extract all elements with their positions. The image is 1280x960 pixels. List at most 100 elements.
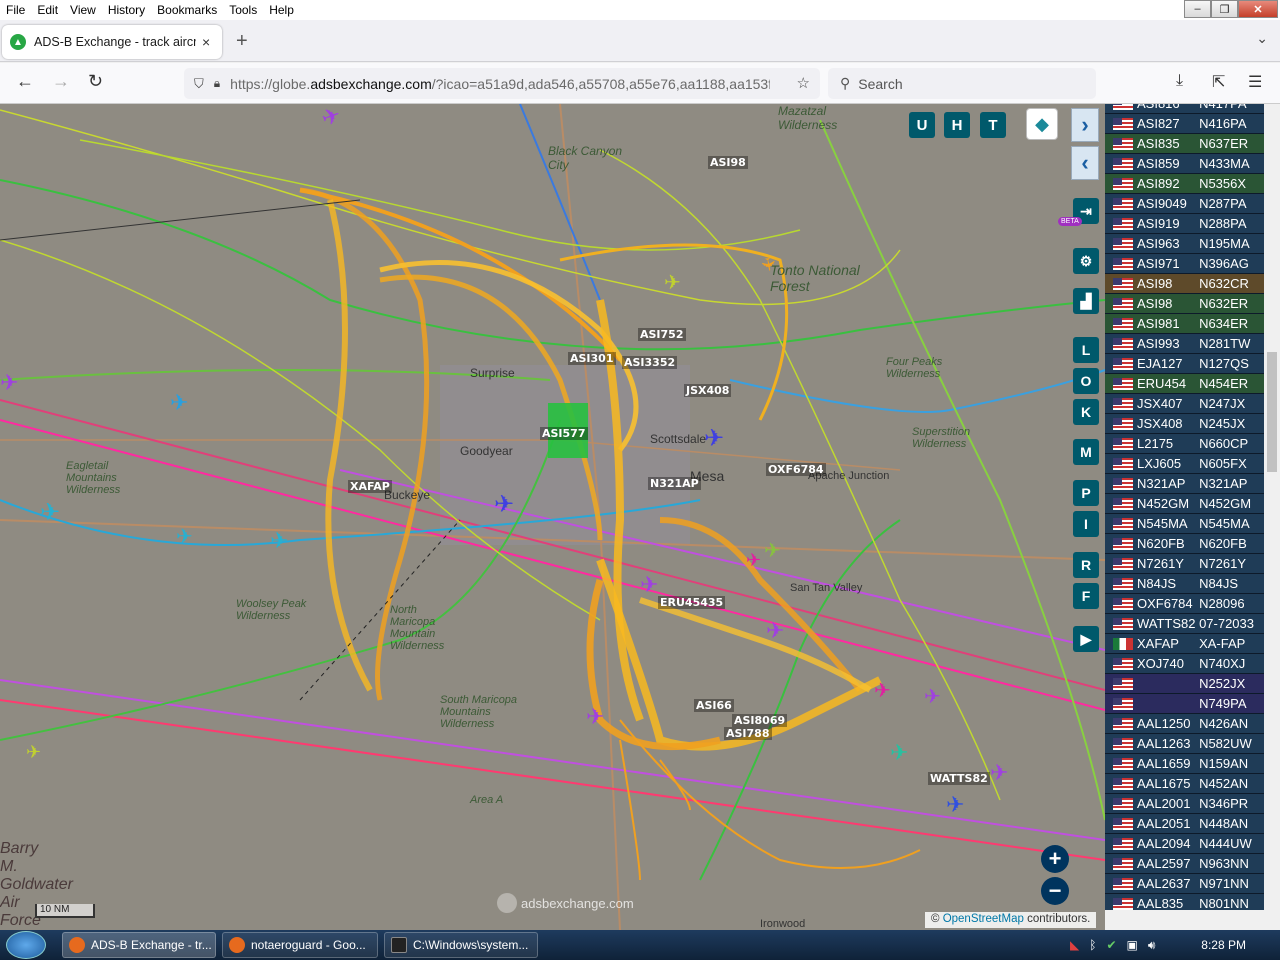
aircraft-icon[interactable]: ✈ <box>640 572 658 598</box>
map-view[interactable]: Mazatzal Wilderness Black Canyon City To… <box>0 104 1105 930</box>
aircraft-list-row[interactable]: ASI993 N281TW <box>1105 334 1265 354</box>
aircraft-icon[interactable]: ✈ <box>990 760 1008 786</box>
aircraft-label[interactable]: ASI577 <box>540 427 588 440</box>
aircraft-list-row[interactable]: N749PA <box>1105 694 1265 714</box>
f-button[interactable]: F <box>1073 583 1099 609</box>
aircraft-list-row[interactable]: N620FB N620FB <box>1105 534 1265 554</box>
aircraft-list-row[interactable]: AAL2597 N963NN <box>1105 854 1265 874</box>
r-button[interactable]: R <box>1073 552 1099 578</box>
aircraft-list-row[interactable]: ASI971 N396AG <box>1105 254 1265 274</box>
o-button[interactable]: O <box>1073 368 1099 394</box>
aircraft-list-row[interactable]: ASI816N417PA <box>1105 104 1265 114</box>
aircraft-list-row[interactable]: LXJ605 N605FX <box>1105 454 1265 474</box>
menu-history[interactable]: History <box>108 3 151 17</box>
aircraft-list-row[interactable]: WATTS82 07-72033 <box>1105 614 1265 634</box>
menu-tools[interactable]: Tools <box>229 3 263 17</box>
aircraft-label[interactable]: ASI752 <box>638 328 686 341</box>
p-button[interactable]: P <box>1073 480 1099 506</box>
maximize-button[interactable]: ❐ <box>1211 0 1238 18</box>
aircraft-list-row[interactable]: JSX408 N245JX <box>1105 414 1265 434</box>
aircraft-list-row[interactable]: ASI98 N632ER <box>1105 294 1265 314</box>
security-icon[interactable]: ✔ <box>1106 938 1116 952</box>
aircraft-list-row[interactable]: ASI919 N288PA <box>1105 214 1265 234</box>
aircraft-label[interactable]: JSX408 <box>684 384 732 397</box>
aircraft-icon[interactable]: ✈ <box>764 538 781 563</box>
aircraft-list-row[interactable]: EJA127 N127QS <box>1105 354 1265 374</box>
chevron-down-icon[interactable]: ⌄ <box>1256 30 1268 47</box>
chevron-left-icon[interactable]: ‹ <box>1071 146 1099 180</box>
u-button[interactable]: U <box>909 112 935 138</box>
gear-icon[interactable]: ⚙ <box>1073 248 1099 274</box>
aircraft-icon[interactable]: ✈ <box>40 498 60 527</box>
aircraft-icon[interactable]: ✈ <box>586 704 604 730</box>
i-button[interactable]: I <box>1073 511 1099 537</box>
aircraft-list-row[interactable]: N7261Y N7261Y <box>1105 554 1265 574</box>
k-button[interactable]: K <box>1073 399 1099 425</box>
aircraft-icon[interactable]: ✈ <box>494 490 514 519</box>
menu-view[interactable]: View <box>70 3 102 17</box>
aircraft-list-row[interactable]: AAL2094 N444UW <box>1105 834 1265 854</box>
aircraft-list-row[interactable]: ASI827 N416PA <box>1105 114 1265 134</box>
aircraft-list-row[interactable]: ASI892 N5356X <box>1105 174 1265 194</box>
aircraft-label[interactable]: ERU45435 <box>658 596 726 609</box>
back-button[interactable]: ← <box>16 71 34 92</box>
aircraft-icon[interactable]: ✈ <box>874 678 891 703</box>
downloads-icon[interactable]: ⤓ <box>1176 72 1183 90</box>
aircraft-list-row[interactable]: N252JX <box>1105 674 1265 694</box>
aircraft-icon[interactable]: ✈ <box>766 618 784 644</box>
stats-icon[interactable]: ▟ <box>1073 288 1099 314</box>
aircraft-list-row[interactable]: N452GM N452GM <box>1105 494 1265 514</box>
network-icon[interactable]: ▣ <box>1127 938 1138 952</box>
aircraft-list-row[interactable]: XAFAP XA-FAP <box>1105 634 1265 654</box>
tracking-shield-icon[interactable]: ⛉ <box>194 76 204 92</box>
menu-file[interactable]: File <box>6 3 31 17</box>
bookmark-star-icon[interactable]: ☆ <box>797 74 810 92</box>
extensions-icon[interactable]: ⇱ <box>1212 72 1225 92</box>
taskbar-item-cmd[interactable]: C:\Windows\system... <box>384 932 538 958</box>
chevron-right-icon[interactable]: › <box>1071 108 1099 142</box>
openstreetmap-link[interactable]: OpenStreetMap <box>943 913 1024 925</box>
aircraft-list-row[interactable]: N321AP N321AP <box>1105 474 1265 494</box>
l-button[interactable]: L <box>1073 337 1099 363</box>
forward-button[interactable]: → <box>52 71 70 92</box>
layers-icon[interactable]: ◆ <box>1026 108 1058 140</box>
aircraft-list-row[interactable]: ASI835 N637ER <box>1105 134 1265 154</box>
taskbar-item-firefox-adsb[interactable]: ADS-B Exchange - tr... <box>62 932 216 958</box>
aircraft-icon[interactable]: ✈ <box>176 524 193 549</box>
t-button[interactable]: T <box>980 112 1006 138</box>
menu-edit[interactable]: Edit <box>37 3 64 17</box>
aircraft-list-row[interactable]: JSX407 N247JX <box>1105 394 1265 414</box>
tab-close-icon[interactable]: × <box>202 34 210 50</box>
aircraft-list-row[interactable]: ASI963 N195MA <box>1105 234 1265 254</box>
aircraft-icon[interactable]: ✈ <box>26 742 41 763</box>
tab-adsb[interactable]: ▲ ADS-B Exchange - track aircraft × <box>2 25 222 59</box>
aircraft-list-row[interactable]: AAL1659 N159AN <box>1105 754 1265 774</box>
aircraft-list-row[interactable]: AAL2001 N346PR <box>1105 794 1265 814</box>
menu-hamburger-icon[interactable]: ☰ <box>1248 72 1262 92</box>
aircraft-list-row[interactable]: AAL835 N801NN <box>1105 894 1265 910</box>
aircraft-label[interactable]: ASI788 <box>724 727 772 740</box>
aircraft-icon[interactable]: ✈ <box>704 424 724 453</box>
volume-icon[interactable]: 🔊︎ <box>1148 938 1156 953</box>
clock[interactable]: 8:28 PM <box>1201 938 1246 952</box>
aircraft-list-row[interactable]: AAL1263 N582UW <box>1105 734 1265 754</box>
aircraft-list-row[interactable]: AAL2637 N971NN <box>1105 874 1265 894</box>
reload-button[interactable]: ↻ <box>88 71 103 92</box>
menu-bookmarks[interactable]: Bookmarks <box>157 3 223 17</box>
aircraft-label[interactable]: ASI98 <box>708 156 748 169</box>
aircraft-icon[interactable]: ✈ <box>270 528 288 554</box>
aircraft-label[interactable]: XAFAP <box>348 480 392 493</box>
aircraft-icon[interactable]: ✈ <box>746 550 761 571</box>
list-scrollbar[interactable] <box>1264 104 1280 910</box>
aircraft-label[interactable]: ASI3352 <box>622 356 678 369</box>
aircraft-list-row[interactable]: AAL1675 N452AN <box>1105 774 1265 794</box>
aircraft-list-row[interactable]: L2175 N660CP <box>1105 434 1265 454</box>
bluetooth-icon[interactable]: ᛒ <box>1089 938 1096 952</box>
aircraft-list-row[interactable]: XOJ740 N740XJ <box>1105 654 1265 674</box>
aircraft-list-row[interactable]: AAL1250 N426AN <box>1105 714 1265 734</box>
zoom-in-button[interactable]: + <box>1041 845 1069 873</box>
close-window-button[interactable]: ✕ <box>1238 0 1278 18</box>
aircraft-icon[interactable]: ✈ <box>890 740 908 766</box>
url-bar[interactable]: ⛉ 🔒︎ https://globe.adsbexchange.com/?ica… <box>184 68 820 99</box>
minimize-button[interactable]: – <box>1184 0 1211 18</box>
